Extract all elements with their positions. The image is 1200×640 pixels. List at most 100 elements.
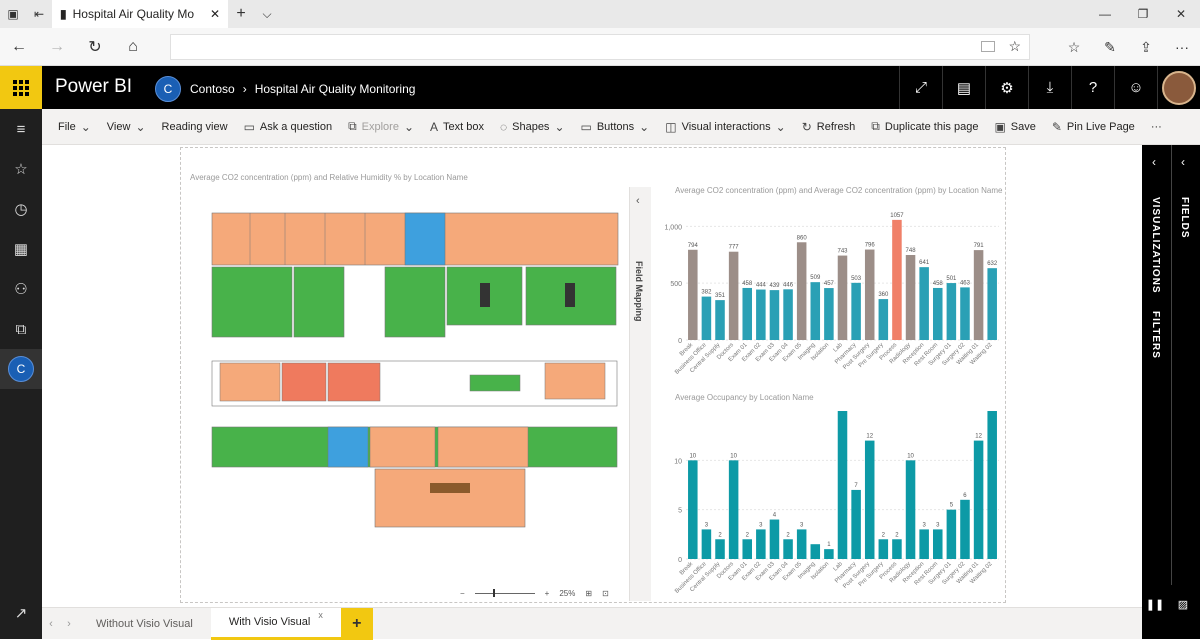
occupancy-bar-chart[interactable]: 051010Break3Business Office2Central Supp… — [654, 405, 1004, 595]
browser-tab[interactable]: ▮ Hospital Air Quality Mo ✕ — [52, 0, 228, 28]
occupancy-bar[interactable] — [919, 529, 929, 559]
fullscreen-icon[interactable]: ⤢ — [899, 66, 942, 109]
page-tab-with-visio[interactable]: With Visio Visual x — [210, 607, 341, 640]
co2-bar[interactable] — [742, 287, 753, 340]
toolbar-explore-button[interactable]: ⧉ Explore ⌄ — [340, 119, 422, 134]
zoom-slider-handle[interactable] — [492, 589, 495, 597]
co2-bar[interactable] — [783, 289, 793, 340]
visualizations-pane-label[interactable]: VISUALIZATIONS — [1150, 197, 1161, 294]
occupancy-bar[interactable] — [960, 499, 970, 559]
toolbar-file-button[interactable]: File ⌄ — [50, 120, 99, 134]
filters-pane-label[interactable]: FILTERS — [1150, 311, 1161, 359]
occupancy-bar[interactable] — [796, 529, 807, 559]
maximize-icon[interactable]: ❐ — [1124, 0, 1162, 28]
occupancy-bar[interactable] — [946, 509, 957, 559]
co2-bar[interactable] — [864, 249, 875, 340]
toolbar-refresh-button[interactable]: ↻ Refresh — [794, 120, 864, 134]
occupancy-bar[interactable] — [824, 549, 834, 559]
url-field[interactable]: ☆ — [170, 34, 1030, 60]
toolbar-view-button[interactable]: View ⌄ — [99, 120, 154, 134]
co2-bar[interactable] — [851, 282, 861, 340]
minimize-icon[interactable]: — — [1086, 0, 1124, 28]
tab-manager-icon[interactable]: ▣ — [0, 0, 26, 28]
field-mapping-panel[interactable]: ‹ Field Mapping — [629, 187, 651, 601]
co2-bar[interactable] — [973, 250, 984, 340]
field-mapping-chevron-icon[interactable]: ‹ — [636, 195, 640, 207]
co2-bar[interactable] — [688, 249, 698, 340]
workspaces-icon[interactable]: ⧉ — [0, 309, 42, 349]
close-window-icon[interactable]: ✕ — [1162, 0, 1200, 28]
add-page-button[interactable]: + — [340, 607, 373, 640]
occupancy-bar[interactable] — [810, 544, 821, 559]
download-icon[interactable]: ⤓ — [1028, 66, 1071, 109]
co2-bar[interactable] — [769, 290, 780, 340]
pause-icon[interactable]: ❚❚ — [1144, 595, 1166, 613]
zoom-slider[interactable] — [474, 589, 535, 597]
settings-gear-icon[interactable]: ⚙ — [985, 66, 1028, 109]
page-tab-without-visio[interactable]: Without Visio Visual — [78, 608, 211, 640]
toolbar-duplicate-this-page-button[interactable]: ⧉ Duplicate this page — [863, 119, 986, 134]
more-icon[interactable]: ··· — [1164, 28, 1200, 66]
co2-bar[interactable] — [810, 282, 821, 340]
co2-bar[interactable] — [824, 288, 834, 340]
new-tab-button[interactable]: + — [228, 0, 254, 28]
co2-bar[interactable] — [796, 242, 807, 340]
occupancy-bar[interactable] — [701, 529, 712, 559]
toolbar-more-icon[interactable]: ··· — [1143, 121, 1170, 133]
tab-close-button[interactable]: ✕ — [210, 7, 220, 21]
breadcrumb-workspace[interactable]: Contoso — [190, 82, 235, 96]
zoom-in-button[interactable]: + — [545, 589, 550, 598]
get-data-arrow-icon[interactable]: ↗ — [0, 593, 42, 633]
favorite-star-icon[interactable]: ☆ — [1008, 38, 1021, 55]
co2-bar-chart[interactable]: 05001,000794Break382Business Office351Ce… — [654, 205, 1004, 385]
current-workspace-nav[interactable]: C — [0, 349, 42, 389]
occupancy-bar[interactable] — [783, 539, 793, 559]
refresh-icon[interactable]: ↻ — [76, 28, 114, 66]
occupancy-bar[interactable] — [728, 460, 739, 559]
co2-bar[interactable] — [728, 251, 739, 340]
co2-bar[interactable] — [756, 289, 766, 340]
toolbar-pin-live-page-button[interactable]: ✎ Pin Live Page — [1044, 120, 1143, 134]
occupancy-bar[interactable] — [878, 539, 889, 559]
toolbar-ask-a-question-button[interactable]: ▭ Ask a question — [236, 120, 341, 134]
forward-icon[interactable]: → — [38, 28, 76, 66]
home-icon[interactable]: ⌂ — [114, 28, 152, 66]
favorites-nav-icon[interactable]: ☆ — [0, 149, 42, 189]
occupancy-bar[interactable] — [973, 440, 984, 559]
app-launcher-icon[interactable] — [0, 66, 42, 109]
occupancy-bar[interactable] — [769, 519, 780, 559]
co2-bar[interactable] — [905, 255, 916, 340]
page-prev-icon[interactable]: ‹ — [42, 618, 60, 630]
co2-bar[interactable] — [701, 296, 712, 340]
comments-icon[interactable]: ▤ — [942, 66, 985, 109]
tab-list-button[interactable]: ⌵ — [254, 0, 280, 28]
toolbar-shapes-button[interactable]: ◌ Shapes ⌄ — [492, 120, 573, 134]
occupancy-bar[interactable] — [932, 529, 943, 559]
visualizations-collapse-icon[interactable]: ‹ — [1152, 155, 1156, 169]
workspace-avatar[interactable]: C — [155, 76, 181, 102]
fields-collapse-icon[interactable]: ‹ — [1181, 155, 1185, 169]
occupancy-bar[interactable] — [864, 440, 875, 559]
set-aside-tabs-icon[interactable]: ⇤ — [26, 0, 52, 28]
co2-bar[interactable] — [960, 287, 970, 340]
co2-bar[interactable] — [919, 267, 929, 340]
co2-bar[interactable] — [837, 255, 848, 340]
toolbar-buttons-button[interactable]: ▭ Buttons ⌄ — [573, 120, 658, 134]
image-view-icon[interactable]: ▨ — [1172, 595, 1194, 613]
help-icon[interactable]: ? — [1071, 66, 1114, 109]
occupancy-bar[interactable] — [851, 489, 861, 559]
occupancy-bar[interactable] — [715, 539, 725, 559]
co2-bar[interactable] — [987, 268, 997, 340]
co2-bar[interactable] — [946, 283, 957, 340]
toolbar-save-button[interactable]: ▣ Save — [986, 120, 1043, 134]
occupancy-bar[interactable] — [987, 411, 997, 559]
share-icon[interactable]: ⇪ — [1128, 28, 1164, 66]
powerbi-logo[interactable]: Power BI — [55, 76, 132, 98]
co2-bar[interactable] — [878, 299, 889, 340]
toolbar-visual-interactions-button[interactable]: ◫ Visual interactions ⌄ — [657, 120, 793, 134]
occupancy-bar[interactable] — [756, 529, 766, 559]
pen-icon[interactable]: ✎ — [1092, 28, 1128, 66]
visio-floorplan[interactable] — [210, 211, 620, 531]
favorites-icon[interactable]: ☆ — [1056, 28, 1092, 66]
reading-view-icon[interactable] — [981, 41, 995, 52]
